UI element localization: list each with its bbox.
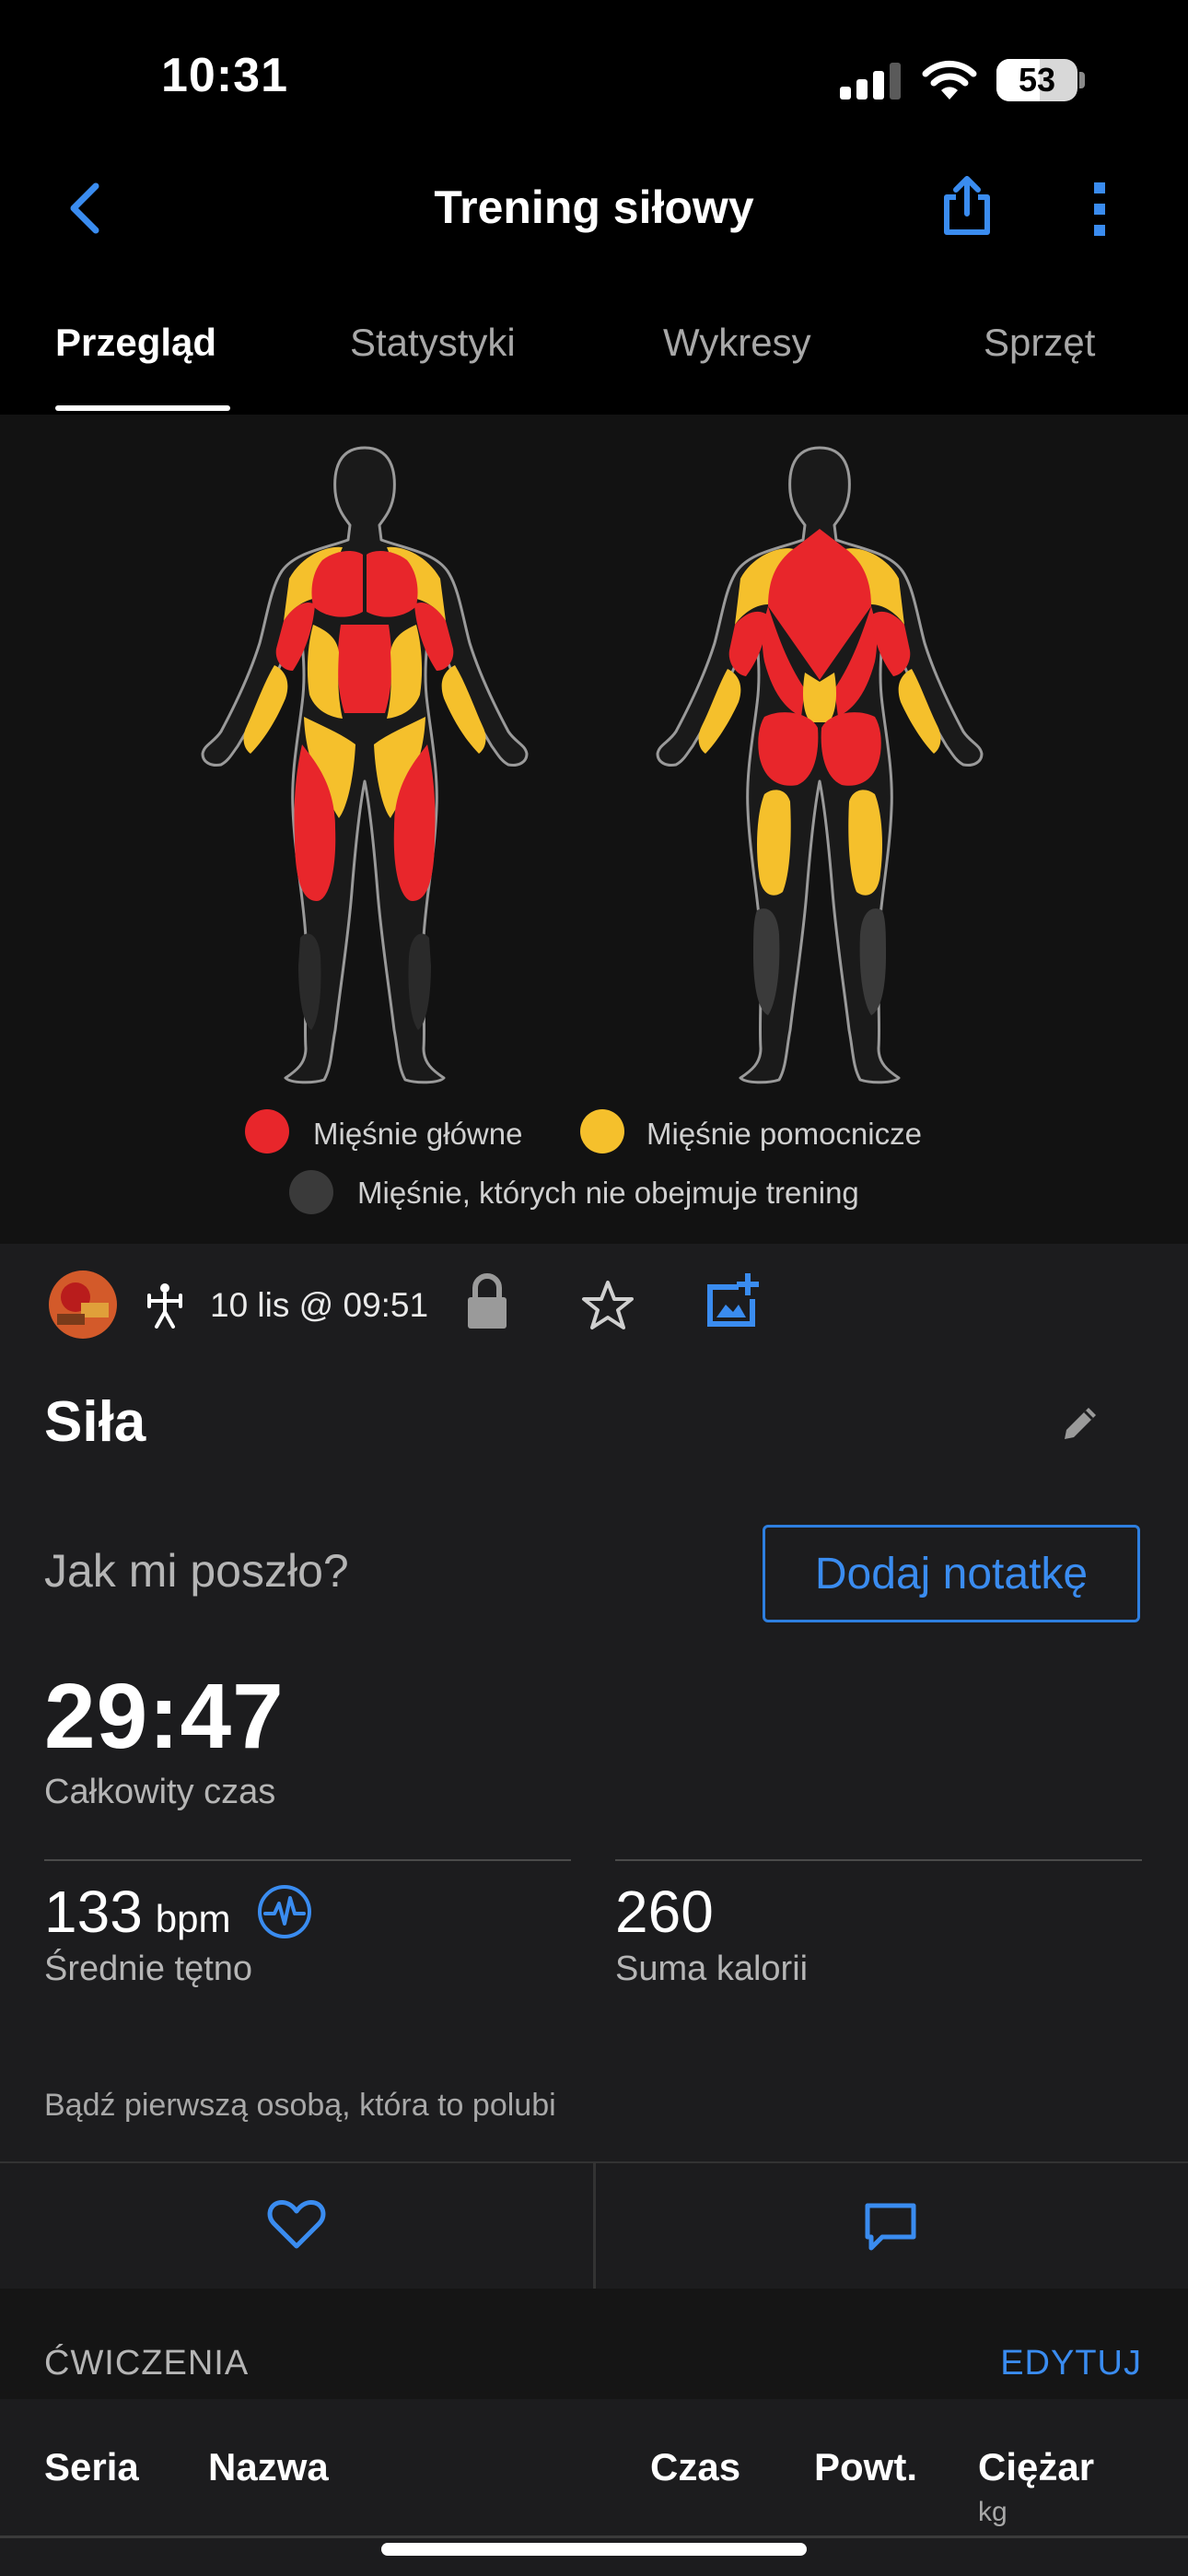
- divider-left: [44, 1859, 571, 1861]
- lock-icon[interactable]: [464, 1273, 510, 1330]
- col-header-name: Nazwa: [208, 2445, 329, 2488]
- col-header-set: Seria: [44, 2445, 139, 2488]
- legend-secondary-dot: [580, 1109, 624, 1153]
- col-header-weight: Ciężar: [978, 2445, 1095, 2488]
- total-time-value: 29:47: [44, 1665, 285, 1768]
- comment-icon[interactable]: [862, 2200, 919, 2254]
- like-prompt: Bądź pierwszą osobą, która to polubi: [44, 2088, 556, 2123]
- heart-rate-icon[interactable]: [256, 1883, 313, 1940]
- legend-untrained-label: Mięśnie, których nie obejmuje trening: [357, 1176, 859, 1210]
- more-vertical-icon[interactable]: [1089, 181, 1111, 238]
- tab-charts[interactable]: Wykresy: [663, 321, 811, 365]
- wifi-icon: [922, 60, 977, 100]
- avg-hr-value: 133: [44, 1879, 143, 1945]
- legend-primary-label: Mięśnie główne: [313, 1117, 523, 1151]
- col-header-reps: Powt.: [814, 2445, 917, 2488]
- avg-hr-label: Średnie tętno: [44, 1950, 253, 1988]
- exercises-edit-button[interactable]: EDYTUJ: [1000, 2344, 1142, 2383]
- active-tab-indicator: [55, 405, 230, 411]
- calories-label: Suma kalorii: [615, 1950, 809, 1988]
- avg-hr-row: 133 bpm: [44, 1878, 230, 1946]
- how-did-it-go-label: Jak mi poszło?: [44, 1545, 349, 1597]
- page-title: Trening siłowy: [434, 181, 754, 233]
- star-icon[interactable]: [580, 1279, 635, 1332]
- status-time: 10:31: [161, 49, 288, 102]
- back-muscle-figure: [656, 446, 984, 1084]
- heart-like-icon[interactable]: [267, 2198, 326, 2252]
- legend-primary-dot: [245, 1109, 289, 1153]
- tab-equipment[interactable]: Sprzęt: [984, 321, 1095, 365]
- exercises-title: ĆWICZENIA: [44, 2344, 250, 2383]
- activity-date: 10 lis @ 09:51: [210, 1286, 429, 1324]
- battery-tip: [1079, 72, 1085, 88]
- add-photo-icon[interactable]: [704, 1271, 763, 1330]
- total-time-label: Całkowity czas: [44, 1773, 276, 1811]
- strength-activity-icon: [147, 1283, 182, 1329]
- tab-overview[interactable]: Przegląd: [55, 321, 216, 365]
- social-actions-separator: [593, 2161, 596, 2289]
- front-muscle-figure: [201, 446, 529, 1084]
- avatar[interactable]: [48, 1270, 118, 1340]
- calories-value: 260: [615, 1879, 714, 1945]
- col-header-time: Czas: [650, 2445, 741, 2488]
- divider-right: [615, 1859, 1142, 1861]
- signal-icon: [840, 63, 901, 100]
- col-header-weight-unit: kg: [978, 2497, 1007, 2527]
- edit-pencil-icon[interactable]: [1061, 1402, 1101, 1443]
- table-divider: [0, 2535, 1188, 2538]
- activity-title: Siła: [44, 1390, 146, 1454]
- home-indicator[interactable]: [381, 2543, 807, 2556]
- tab-statistics[interactable]: Statystyki: [350, 321, 516, 365]
- legend-untrained-dot: [289, 1170, 333, 1214]
- add-note-button[interactable]: Dodaj notatkę: [763, 1525, 1140, 1622]
- battery-indicator: 53: [996, 59, 1077, 101]
- legend-secondary-label: Mięśnie pomocnicze: [646, 1117, 922, 1151]
- share-icon[interactable]: [939, 173, 995, 238]
- avg-hr-unit: bpm: [155, 1897, 231, 1940]
